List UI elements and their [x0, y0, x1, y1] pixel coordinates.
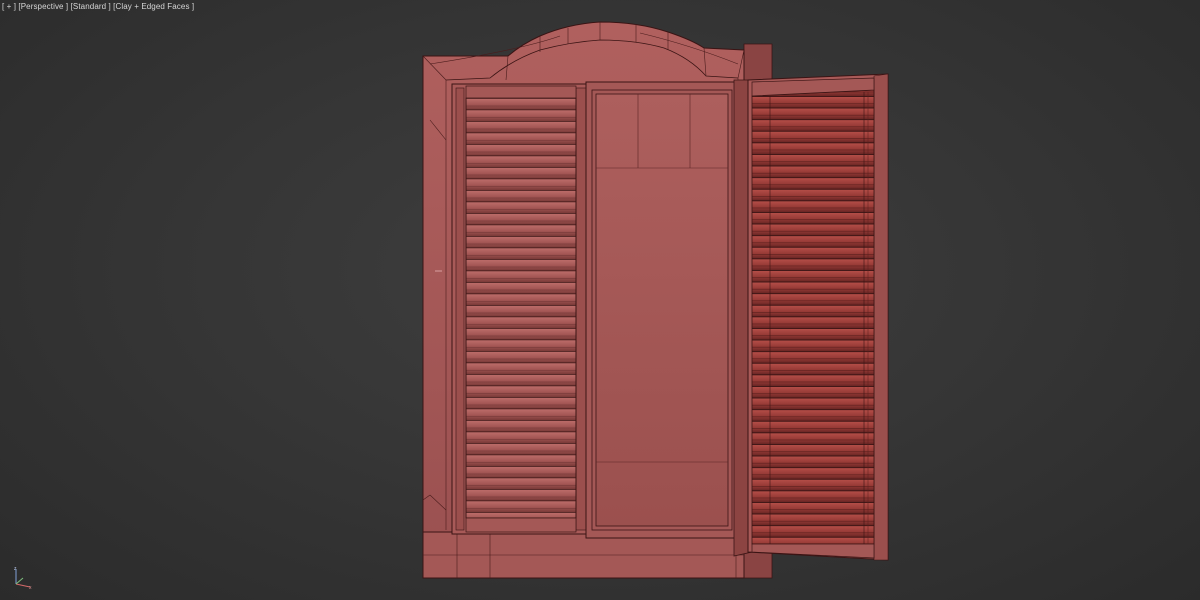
center-panel-inset [595, 93, 729, 527]
viewport-menu-view[interactable]: [Perspective ] [18, 2, 68, 11]
viewport-perspective[interactable]: [ + ] [Perspective ] [Standard ] [Clay +… [0, 0, 1200, 600]
axis-tripod-icon: z x [14, 566, 32, 590]
viewport-menu-shading-mode[interactable]: [Clay + Edged Faces ] [113, 2, 194, 11]
viewport-menu-shading-preset[interactable]: [Standard ] [71, 2, 111, 11]
window-shutter-model[interactable] [0, 0, 1200, 600]
viewport-menu-plus[interactable]: [ + ] [2, 2, 16, 11]
svg-text:x: x [29, 585, 32, 590]
svg-text:z: z [14, 566, 17, 572]
left-shutter-louvers [465, 97, 577, 519]
center-panel[interactable] [585, 81, 739, 539]
right-shutter[interactable] [733, 73, 889, 561]
viewport-label: [ + ] [Perspective ] [Standard ] [Clay +… [2, 2, 194, 11]
left-shutter[interactable] [435, 83, 591, 535]
